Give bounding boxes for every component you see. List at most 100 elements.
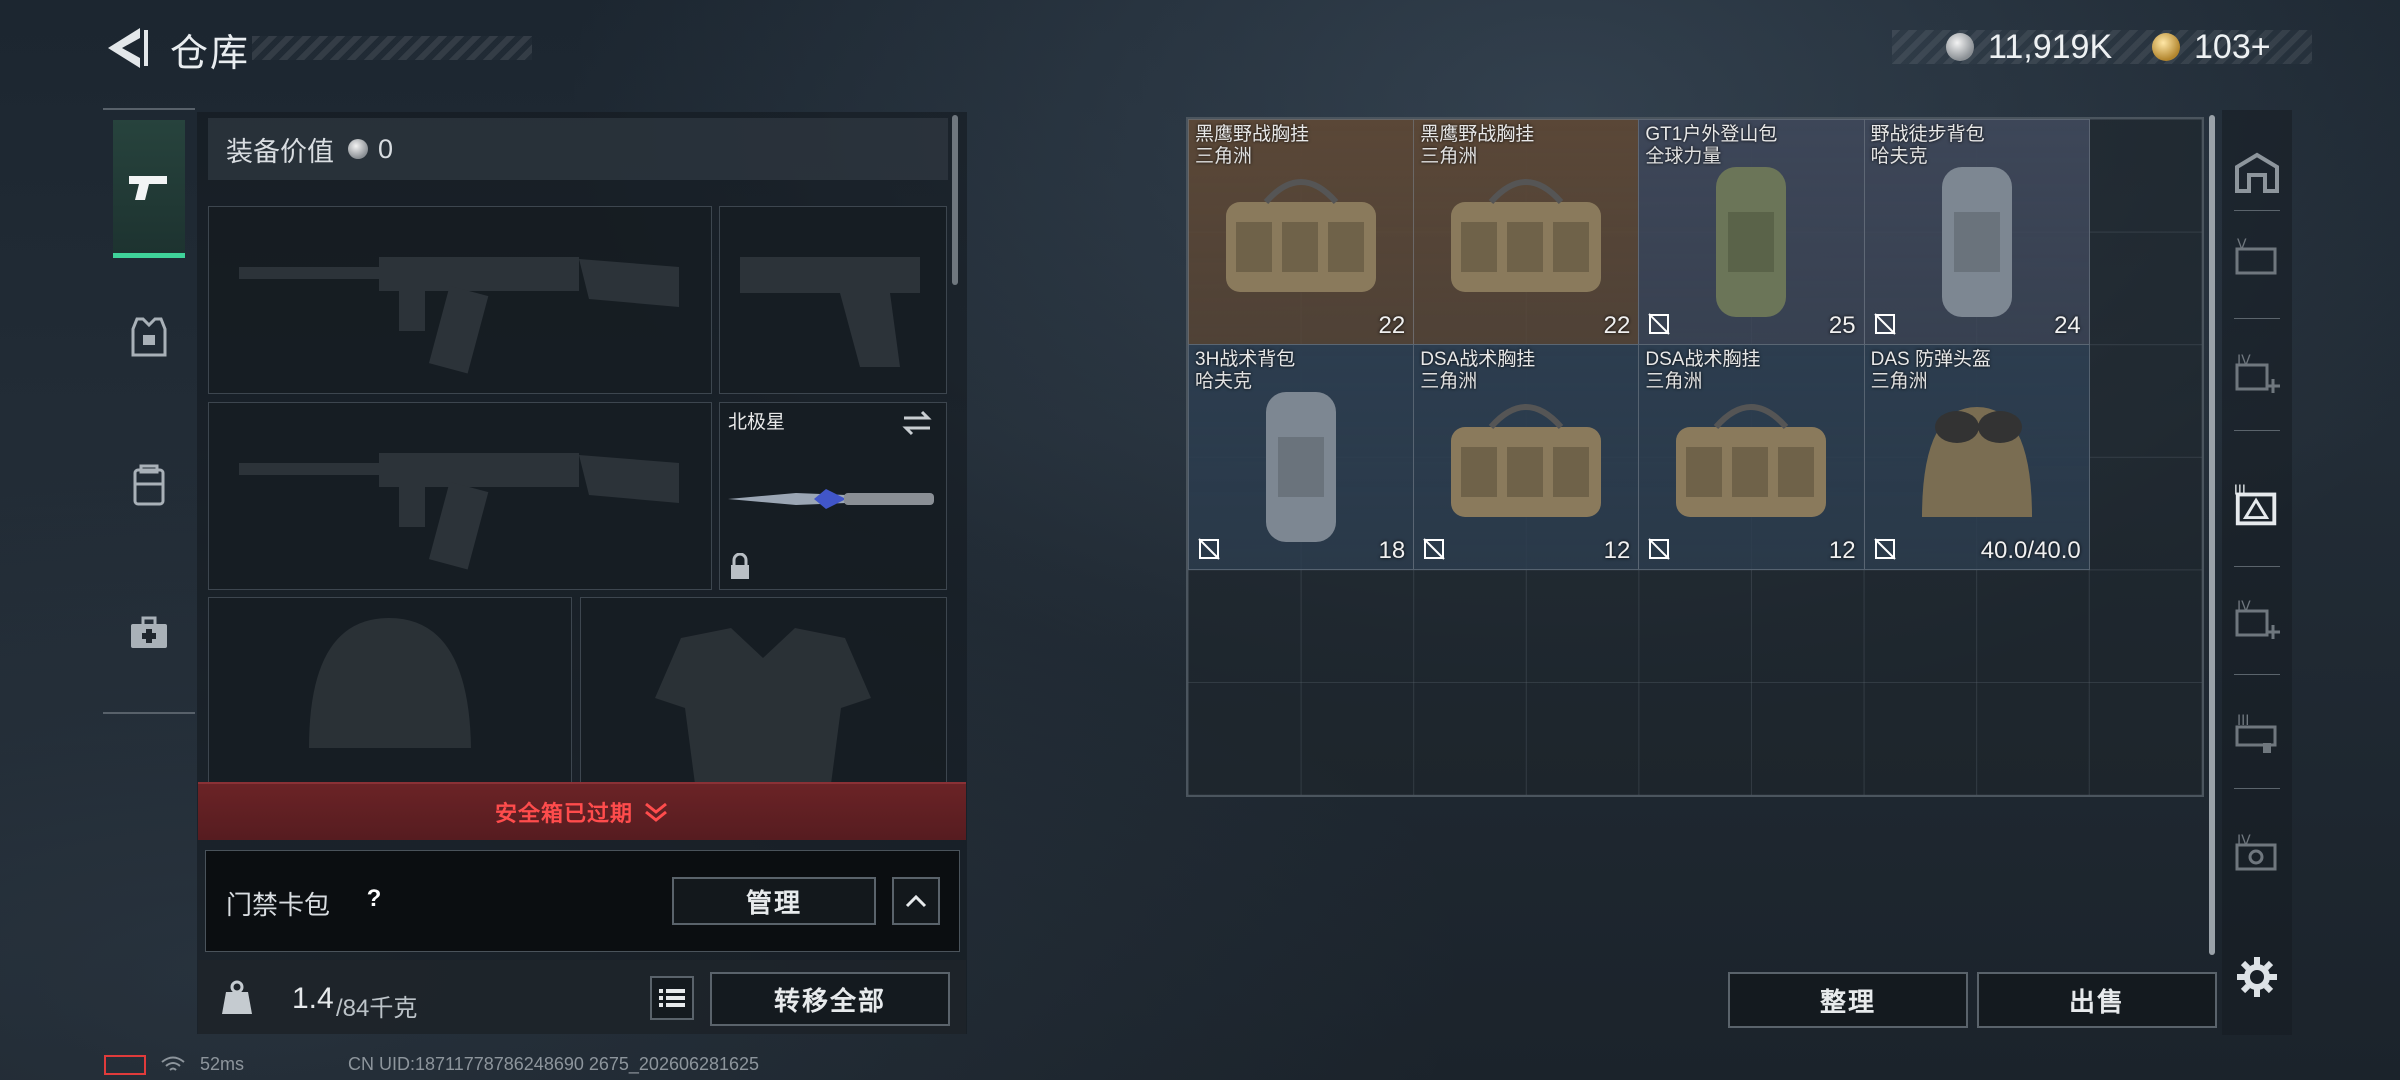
tab-weapons[interactable] bbox=[113, 120, 185, 258]
primary-weapon-slot-1[interactable] bbox=[208, 206, 712, 394]
silver-coin-icon bbox=[348, 139, 368, 159]
divider bbox=[2234, 430, 2280, 431]
chevron-up-icon bbox=[905, 894, 927, 908]
tab-armor[interactable] bbox=[113, 268, 185, 406]
filter-iv-icon[interactable]: IV bbox=[2232, 830, 2282, 880]
item-capacity: 22 bbox=[1378, 312, 1406, 340]
knife-icon bbox=[728, 489, 934, 509]
gold-amount[interactable]: 103+ bbox=[2194, 28, 2271, 67]
svg-text:III: III bbox=[2234, 484, 2246, 499]
silver-amount: 11,919K bbox=[1988, 28, 2113, 66]
divider bbox=[2234, 210, 2280, 211]
item-name: 野战徒步背包 bbox=[1870, 124, 1985, 145]
no-insure-icon bbox=[1423, 538, 1445, 561]
sort-button[interactable]: 整理 bbox=[1728, 972, 1968, 1028]
storage-scrollbar[interactable] bbox=[2209, 115, 2215, 955]
filter-v-icon[interactable]: V bbox=[2232, 234, 2282, 284]
user-uid: CN UID:18711778786248690 2675_2026062816… bbox=[348, 1054, 760, 1074]
storage-item[interactable]: DSA战术胸挂 三角洲 12 bbox=[1638, 344, 1865, 571]
storage-item[interactable]: 黑鹰野战胸挂 三角洲 22 bbox=[1413, 119, 1640, 346]
rig-icon bbox=[1676, 403, 1827, 517]
divider bbox=[2234, 788, 2280, 789]
pistol-silhouette-icon bbox=[740, 257, 920, 367]
loadout-scrollbar[interactable] bbox=[952, 115, 958, 285]
equip-value-label: 装备价值 bbox=[226, 136, 334, 167]
item-capacity: 40.0/40.0 bbox=[1980, 537, 2081, 565]
transfer-all-button[interactable]: 转移全部 bbox=[710, 972, 950, 1026]
storage-item[interactable]: DSA战术胸挂 三角洲 12 bbox=[1413, 344, 1640, 571]
svg-text:IV: IV bbox=[2237, 833, 2251, 849]
storage-item[interactable]: 野战徒步背包 哈夫克 24 bbox=[1863, 119, 2090, 346]
ping-value: 52ms bbox=[200, 1054, 245, 1074]
weight-current: 1.4 bbox=[292, 982, 334, 1015]
filter-iv-add-icon-2[interactable]: IV bbox=[2232, 596, 2282, 646]
divider bbox=[2234, 318, 2280, 319]
no-insure-icon bbox=[1198, 538, 1220, 561]
filter-all-icon[interactable] bbox=[2232, 148, 2282, 198]
backpack-grey-icon bbox=[1941, 166, 2012, 317]
no-insure-icon bbox=[1648, 538, 1671, 561]
item-faction: 三角洲 bbox=[1195, 146, 1253, 167]
svg-text:IV: IV bbox=[2237, 353, 2251, 369]
item-capacity: 25 bbox=[1828, 312, 1856, 340]
storage-item[interactable]: GT1户外登山包 全球力量 25 bbox=[1638, 119, 1865, 346]
backpack-green-icon bbox=[1716, 166, 1787, 317]
collapse-button[interactable] bbox=[892, 877, 940, 925]
item-faction: 三角洲 bbox=[1420, 371, 1478, 393]
safebox-expired-banner[interactable]: 安全箱已过期 bbox=[198, 782, 966, 840]
tab-backpack[interactable] bbox=[113, 416, 185, 554]
item-capacity: 12 bbox=[1828, 537, 1856, 565]
helmet-silhouette-icon bbox=[309, 618, 471, 748]
pistol-slot[interactable] bbox=[719, 206, 947, 394]
item-name: DAS 防弹头盔 bbox=[1870, 349, 1991, 371]
filter-iii-active-icon[interactable]: III bbox=[2232, 482, 2282, 532]
list-view-button[interactable] bbox=[650, 976, 694, 1020]
item-name: 3H战术背包 bbox=[1195, 349, 1296, 371]
item-faction: 哈夫克 bbox=[1870, 146, 1928, 167]
storage-item[interactable]: 黑鹰野战胸挂 三角洲 22 bbox=[1188, 119, 1415, 346]
item-capacity: 12 bbox=[1603, 537, 1631, 565]
rig-icon bbox=[1451, 178, 1602, 292]
storage-filter-toolbar: V IV III IV III IV bbox=[2222, 110, 2292, 1035]
settings-gear-icon[interactable] bbox=[2232, 952, 2282, 1002]
item-capacity: 22 bbox=[1603, 312, 1631, 340]
svg-text:III: III bbox=[2237, 713, 2249, 729]
primary-weapon-slot-2[interactable] bbox=[208, 402, 712, 590]
weight-max: /84千克 bbox=[336, 995, 418, 1022]
helmet-slot[interactable] bbox=[208, 597, 572, 785]
rig-icon bbox=[1451, 403, 1602, 517]
medkit-icon bbox=[131, 616, 167, 648]
swap-icon[interactable] bbox=[900, 409, 934, 437]
item-faction: 全球力量 bbox=[1645, 146, 1722, 167]
rifle-silhouette-icon bbox=[239, 257, 679, 374]
manage-button[interactable]: 管理 bbox=[672, 877, 876, 925]
item-faction: 三角洲 bbox=[1420, 146, 1478, 167]
rig-icon bbox=[1226, 178, 1377, 292]
divider bbox=[2234, 674, 2280, 675]
filter-iv-add-icon[interactable]: IV bbox=[2232, 350, 2282, 400]
divider bbox=[2234, 566, 2280, 567]
tab-medical[interactable] bbox=[113, 564, 185, 702]
item-name: DSA战术胸挂 bbox=[1645, 349, 1761, 371]
sell-button[interactable]: 出售 bbox=[1977, 972, 2217, 1028]
wifi-icon bbox=[161, 1056, 185, 1071]
svg-text:IV: IV bbox=[2237, 599, 2251, 615]
category-tabs bbox=[103, 108, 195, 714]
equipment-value-bar: 装备价值 0 bbox=[208, 118, 948, 180]
body-armor-slot[interactable] bbox=[580, 597, 947, 785]
melee-slot[interactable]: 北极星 bbox=[719, 402, 947, 590]
title-decoration bbox=[252, 36, 532, 60]
storage-item[interactable]: DAS 防弹头盔 三角洲 40.0/40.0 bbox=[1863, 344, 2090, 571]
list-icon bbox=[659, 989, 685, 1007]
back-button[interactable] bbox=[100, 22, 156, 74]
silver-coin-icon bbox=[1946, 33, 1974, 61]
equip-value-amount: 0 bbox=[378, 133, 394, 164]
storage-item[interactable]: 3H战术背包 哈夫克 18 bbox=[1188, 344, 1415, 571]
keycard-panel: 门禁卡包 ? 管理 bbox=[205, 850, 960, 952]
help-icon[interactable]: ? bbox=[354, 879, 394, 919]
vest-icon bbox=[131, 317, 167, 357]
filter-iii-icon[interactable]: III bbox=[2232, 710, 2282, 760]
no-insure-icon bbox=[1873, 313, 1896, 335]
no-insure-icon bbox=[1873, 538, 1896, 561]
item-capacity: 18 bbox=[1378, 537, 1406, 565]
